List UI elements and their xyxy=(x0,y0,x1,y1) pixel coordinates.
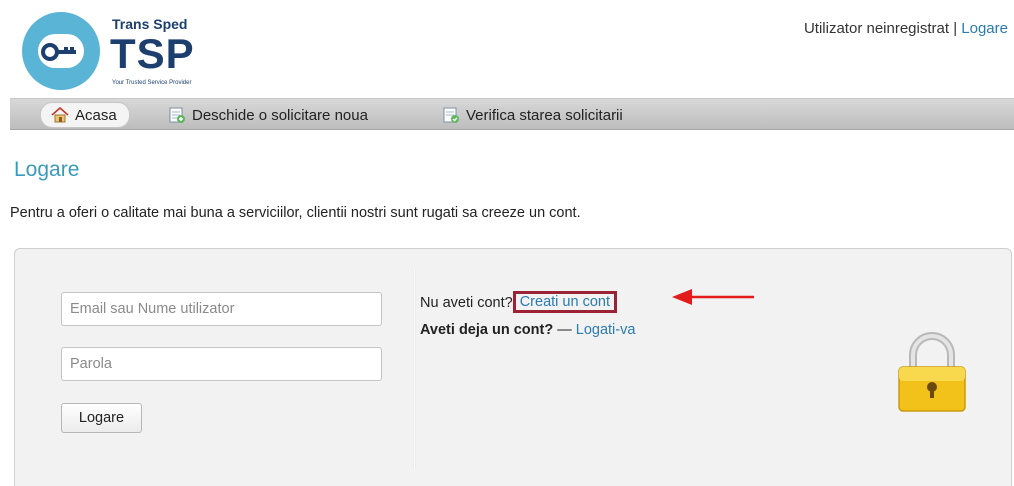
header-login-link[interactable]: Logare xyxy=(961,20,1008,37)
nav-label-new-ticket: Deschide o solicitare noua xyxy=(192,106,368,124)
panel-divider xyxy=(413,269,416,469)
logo-key-icon xyxy=(22,12,100,90)
user-status: Utilizator neinregistrat xyxy=(803,20,950,37)
nav-label-check-status: Verifica starea solicitarii xyxy=(466,106,623,124)
page-title: Logare xyxy=(14,158,80,181)
nav-label-home: Acasa xyxy=(75,106,117,124)
separator: | xyxy=(953,20,958,37)
brand-short: TSP xyxy=(110,30,195,77)
no-account-text: Nu aveti cont? xyxy=(420,295,513,311)
brand-tagline: Your Trusted Service Provider xyxy=(112,80,192,86)
nav-bar: Acasa Deschide o solicitare noua Verific… xyxy=(10,98,1014,130)
ticket-status-icon xyxy=(442,107,460,123)
login-line: Aveti deja un cont? — Logati-va xyxy=(420,322,635,338)
password-field[interactable] xyxy=(61,347,382,381)
user-area: Utilizator neinregistrat | Logare xyxy=(804,20,1008,37)
nav-item-new-ticket[interactable]: Deschide o solicitare noua xyxy=(168,102,368,128)
login-panel: Logare Nu aveti cont?Creati un cont Avet… xyxy=(14,248,1012,486)
home-icon xyxy=(51,106,69,123)
red-arrow-annotation xyxy=(672,289,754,305)
logo[interactable]: Trans Sped TSP Your Trusted Service Prov… xyxy=(20,8,220,94)
create-account-link[interactable]: Creati un cont xyxy=(512,291,617,313)
nav-item-check-status[interactable]: Verifica starea solicitarii xyxy=(442,102,623,128)
padlock-icon xyxy=(898,332,966,412)
login-link[interactable]: Logati-va xyxy=(576,322,636,338)
email-field[interactable] xyxy=(61,292,382,326)
intro-text: Pentru a oferi o calitate mai buna a ser… xyxy=(10,205,581,221)
header: Trans Sped TSP Your Trusted Service Prov… xyxy=(0,0,1014,96)
have-account-text: Aveti deja un cont? xyxy=(420,322,554,338)
login-button[interactable]: Logare xyxy=(61,403,142,433)
signup-line: Nu aveti cont? Creati un cont xyxy=(420,291,617,314)
new-ticket-icon xyxy=(168,107,186,123)
nav-item-home[interactable]: Acasa xyxy=(40,102,130,128)
dash-separator: — xyxy=(557,322,572,338)
